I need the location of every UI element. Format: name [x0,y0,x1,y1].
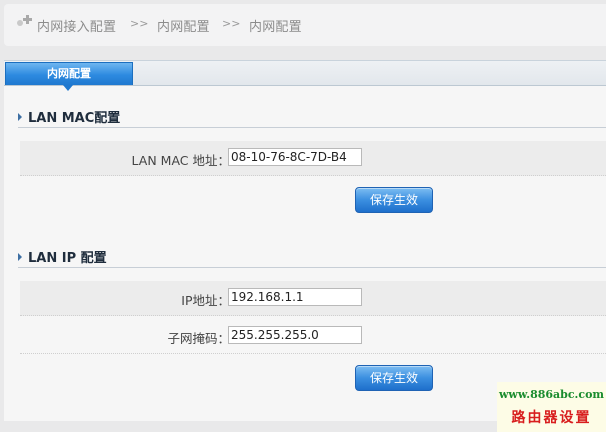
mac-address-input[interactable] [228,148,362,166]
watermark-url: www.886abc.com [498,388,605,401]
breadcrumb-separator: >> [130,17,149,30]
breadcrumb-item-intranet-config[interactable]: 内网配置 [157,16,210,35]
section-arrow-icon [18,253,22,261]
section-divider [18,267,606,268]
ip-address-row: IP地址： [20,281,606,316]
section-lan-ip: LAN IP 配置 [18,247,107,266]
tab-intranet-config[interactable]: 内网配置 [5,62,133,85]
breadcrumb-separator: >> [222,17,241,30]
breadcrumb-item-intranet-access[interactable]: 内网接入配置 [37,16,116,35]
breadcrumb: 内网接入配置 >> 内网配置 >> 内网配置 [4,4,606,46]
section-title-lan-mac: LAN MAC配置 [28,111,121,126]
subnet-mask-row: 子网掩码： [20,319,606,354]
save-ip-button[interactable]: 保存生效 [355,365,433,391]
breadcrumb-item-current: 内网配置 [249,20,302,35]
tab-pointer [63,85,73,91]
watermark: www.886abc.com 路由器设置 [497,382,606,432]
section-title-lan-ip: LAN IP 配置 [28,251,107,266]
ip-address-input[interactable] [228,288,362,306]
mac-address-label: LAN MAC 地址： [131,153,230,168]
section-lan-mac: LAN MAC配置 [18,107,120,126]
section-divider [18,127,606,128]
config-panel: 内网配置 LAN MAC配置 LAN MAC 地址： 保存生效 LAN IP 配… [4,60,606,421]
section-arrow-icon [18,113,22,121]
ip-address-label: IP地址： [181,293,230,308]
tab-strip: 内网配置 [4,61,606,91]
mac-address-row: LAN MAC 地址： [20,141,606,176]
save-mac-button[interactable]: 保存生效 [355,187,433,213]
subnet-mask-input[interactable] [228,326,362,344]
add-icon [17,15,32,26]
watermark-caption: 路由器设置 [511,410,592,426]
subnet-mask-label: 子网掩码： [167,331,230,346]
